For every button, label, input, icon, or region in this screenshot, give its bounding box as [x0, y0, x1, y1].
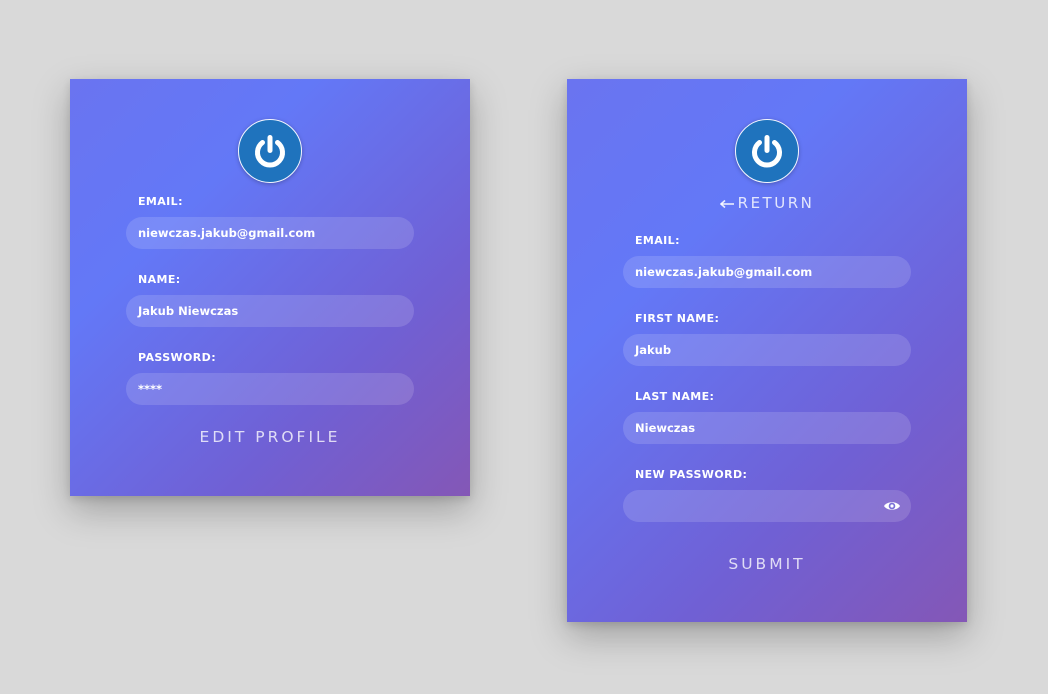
edit-profile-button[interactable]: EDIT PROFILE	[70, 428, 470, 446]
password-field[interactable]: ****	[126, 373, 414, 405]
last-name-input[interactable]: Niewczas	[623, 412, 911, 444]
profile-view-card: EMAIL: niewczas.jakub@gmail.com NAME: Ja…	[70, 79, 470, 496]
eye-icon[interactable]	[883, 498, 901, 514]
submit-button[interactable]: SUBMIT	[567, 555, 967, 573]
email-label: EMAIL:	[635, 234, 680, 247]
power-logo-icon	[735, 119, 799, 183]
email-label: EMAIL:	[138, 195, 183, 208]
new-password-label: NEW PASSWORD:	[635, 468, 748, 481]
name-label: NAME:	[138, 273, 181, 286]
email-field[interactable]: niewczas.jakub@gmail.com	[126, 217, 414, 249]
last-name-label: LAST NAME:	[635, 390, 715, 403]
new-password-input[interactable]	[623, 490, 911, 522]
first-name-label: FIRST NAME:	[635, 312, 720, 325]
first-name-input[interactable]: Jakub	[623, 334, 911, 366]
password-label: PASSWORD:	[138, 351, 217, 364]
email-input[interactable]: niewczas.jakub@gmail.com	[623, 256, 911, 288]
power-logo-icon	[238, 119, 302, 183]
arrow-left-icon	[719, 199, 734, 208]
name-field[interactable]: Jakub Niewczas	[126, 295, 414, 327]
edit-profile-card: RETURN EMAIL: niewczas.jakub@gmail.com F…	[567, 79, 967, 622]
return-label: RETURN	[737, 194, 815, 212]
return-button[interactable]: RETURN	[567, 194, 967, 212]
